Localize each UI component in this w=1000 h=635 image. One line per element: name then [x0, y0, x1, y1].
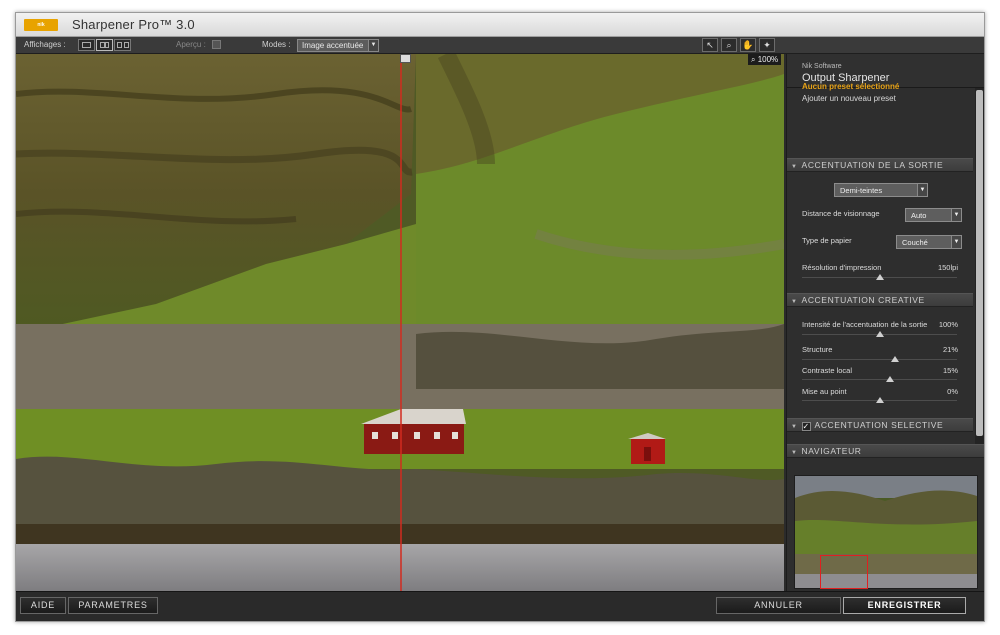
section-navigator[interactable]: ▼ NAVIGATEUR — [787, 444, 984, 458]
paper-type-dropdown[interactable]: Couché ▼ — [896, 235, 962, 249]
zoom-indicator: ⌕ 100% — [748, 54, 782, 65]
chevron-down-icon: ▼ — [951, 209, 961, 221]
slider-track — [802, 359, 957, 360]
add-preset-link[interactable]: Ajouter un nouveau preset — [802, 94, 896, 103]
apercu-label: Aperçu : — [176, 40, 206, 49]
section-creative-sharpening[interactable]: ▼ ACCENTUATION CREATIVE — [787, 293, 973, 307]
dropdown-value: Couché — [902, 238, 928, 247]
split-view-button[interactable] — [96, 39, 113, 51]
collapse-triangle-icon: ▼ — [791, 164, 798, 170]
scrollbar-thumb[interactable] — [976, 90, 983, 436]
app-title: Sharpener Pro™ 3.0 — [72, 17, 195, 32]
settings-button[interactable]: PARAMETRES — [68, 597, 158, 614]
bottom-bar: AIDE PARAMETRES ANNULER ENREGISTRER — [16, 591, 984, 621]
viewing-distance-dropdown[interactable]: Auto ▼ — [905, 208, 962, 222]
paper-type-label: Type de papier — [802, 236, 852, 245]
section-title: ACCENTUATION CREATIVE — [801, 295, 925, 305]
preset-status: Aucun preset sélectionné — [802, 82, 900, 91]
app-window: nik Sharpener Pro™ 3.0 Affichages : Aper… — [15, 12, 985, 622]
slider-knob[interactable] — [875, 331, 884, 337]
structure-slider[interactable] — [802, 356, 957, 362]
mode-select-value: Image accentuée — [302, 41, 364, 50]
top-toolbar: Affichages : Aperçu : Modes : Image acce… — [16, 37, 984, 54]
section-selective-sharpening[interactable]: ▼ ✓ ACCENTUATION SELECTIVE — [787, 418, 973, 432]
section-title: NAVIGATEUR — [801, 446, 862, 456]
slider-knob[interactable] — [886, 376, 895, 382]
collapse-triangle-icon: ▼ — [791, 299, 798, 305]
preview-checkbox[interactable] — [212, 40, 221, 49]
focus-label: Mise au point — [802, 387, 847, 396]
section-title: ACCENTUATION DE LA SORTIE — [801, 160, 944, 170]
affichages-label: Affichages : — [24, 40, 66, 49]
output-mode-dropdown[interactable]: Demi-teintes ▼ — [834, 183, 928, 197]
control-panel: Nik Software Output Sharpener Aucun pres… — [786, 54, 984, 591]
split-handle-icon[interactable] — [400, 54, 411, 63]
section-title: ACCENTUATION SELECTIVE — [814, 420, 944, 430]
cancel-button[interactable]: ANNULER — [716, 597, 841, 614]
preview-canvas[interactable] — [16, 54, 784, 591]
chevron-down-icon: ▼ — [951, 236, 961, 248]
print-resolution-slider[interactable] — [802, 274, 957, 280]
landscape-image — [16, 54, 784, 591]
slider-knob[interactable] — [875, 397, 884, 403]
panel-scrollbar[interactable] — [975, 88, 984, 444]
pointer-tool-icon[interactable]: ↖ — [702, 38, 718, 52]
intensity-value: 100% — [938, 320, 958, 329]
slider-knob[interactable] — [875, 274, 884, 280]
structure-value: 21% — [942, 345, 958, 354]
section-output-sharpening[interactable]: ▼ ACCENTUATION DE LA SORTIE — [787, 158, 973, 172]
red-shed — [628, 433, 666, 464]
single-view-button[interactable] — [78, 39, 95, 51]
intensity-slider[interactable] — [802, 331, 957, 337]
navigator-preview[interactable] — [794, 475, 978, 589]
local-contrast-label: Contraste local — [802, 366, 853, 375]
selective-checkbox[interactable]: ✓ — [801, 422, 811, 431]
help-button[interactable]: AIDE — [20, 597, 66, 614]
focus-value: 0% — [947, 387, 958, 396]
nik-logo: nik — [24, 18, 58, 31]
slider-knob[interactable] — [891, 356, 899, 362]
save-button[interactable]: ENREGISTRER — [843, 597, 966, 614]
intensity-label: Intensité de l'accentuation de la sortie — [802, 320, 928, 329]
hand-tool-icon[interactable]: ✋ — [740, 38, 756, 52]
collapse-triangle-icon: ▼ — [791, 450, 798, 456]
zoom-value: 100% — [757, 55, 779, 64]
navigator-viewport-rect[interactable] — [820, 555, 868, 589]
local-contrast-slider[interactable] — [802, 376, 957, 382]
mode-select[interactable]: Image accentuée ▼ — [297, 39, 379, 52]
local-contrast-value: 15% — [942, 366, 958, 375]
viewing-distance-label: Distance de visionnage — [802, 209, 880, 218]
zoom-tool-icon[interactable]: ⌕ — [721, 38, 737, 52]
title-bar: nik Sharpener Pro™ 3.0 — [16, 13, 984, 37]
collapse-triangle-icon: ▼ — [791, 424, 798, 430]
print-resolution-label: Résolution d'impression — [802, 263, 882, 272]
dropdown-value: Auto — [911, 211, 927, 220]
modes-label: Modes : — [262, 40, 291, 49]
chevron-down-icon: ▼ — [917, 184, 927, 196]
slider-track — [802, 379, 957, 380]
dropdown-value: Demi-teintes — [840, 186, 883, 195]
focus-slider[interactable] — [802, 397, 957, 403]
light-tool-icon[interactable]: ✦ — [759, 38, 775, 52]
chevron-down-icon: ▼ — [368, 40, 378, 51]
vendor-label: Nik Software — [802, 63, 842, 70]
structure-label: Structure — [802, 345, 833, 354]
side-by-side-view-button[interactable] — [114, 39, 131, 51]
print-resolution-value: 150lpi — [937, 263, 958, 272]
